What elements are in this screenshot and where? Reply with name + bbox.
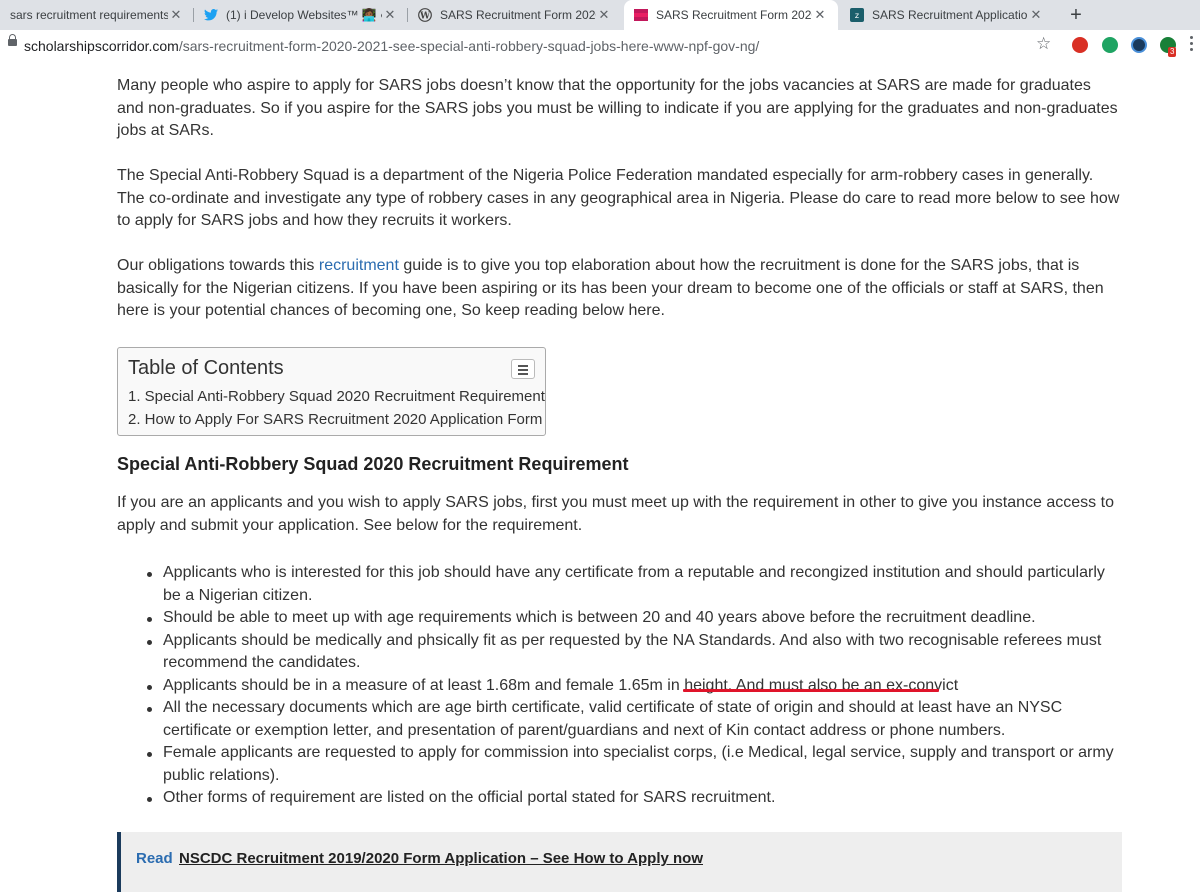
list-item: Other forms of requirement are listed on… (117, 787, 1127, 810)
new-tab-button[interactable]: + (1064, 3, 1088, 27)
tab-3[interactable]: W SARS Recruitment Form 2020/ ✕ (408, 0, 622, 30)
tab-title: (1) i Develop Websites™ 👩🏾‍💻 ● (226, 8, 382, 22)
list-item: Should be able to meet up with age requi… (117, 607, 1127, 630)
svg-text:W: W (419, 12, 431, 22)
svg-text:z: z (855, 11, 859, 20)
tab-1[interactable]: sars recruitment requirements ✕ (0, 0, 194, 30)
read-label: Read (136, 850, 173, 867)
bookmark-star-icon[interactable]: ☆ (1036, 34, 1051, 54)
extension-circle-icon[interactable] (1131, 37, 1147, 53)
recruitment-link[interactable]: recruitment (319, 257, 399, 274)
red-underline-annotation (683, 689, 939, 692)
lock-icon[interactable] (8, 34, 17, 46)
table-of-contents: Table of Contents 1. Special Anti-Robber… (117, 347, 546, 436)
tab-close-icon[interactable]: ✕ (382, 7, 398, 23)
tab-close-icon[interactable]: ✕ (596, 7, 612, 23)
list-item: All the necessary documents which are ag… (117, 697, 1127, 742)
section-heading: Special Anti-Robbery Squad 2020 Recruitm… (117, 454, 629, 474)
tab-strip: sars recruitment requirements ✕ (1) i De… (0, 0, 1200, 30)
twitter-icon (204, 8, 218, 22)
extension-grammarly-icon[interactable] (1102, 37, 1118, 53)
related-post-box: Read NSCDC Recruitment 2019/2020 Form Ap… (117, 832, 1122, 892)
related-post-link[interactable]: NSCDC Recruitment 2019/2020 Form Applica… (179, 850, 703, 867)
list-item: Applicants who is interested for this jo… (117, 562, 1127, 607)
tab-close-icon[interactable]: ✕ (1028, 7, 1044, 23)
tab-title: sars recruitment requirements (10, 8, 168, 22)
toc-item-1[interactable]: 1. Special Anti-Robbery Squad 2020 Recru… (128, 386, 545, 409)
extension-badge: 3 (1168, 47, 1177, 57)
tab-title: SARS Recruitment Form 2020/ (440, 8, 596, 22)
list-item: Applicants should be medically and phsic… (117, 630, 1127, 675)
tab-close-icon[interactable]: ✕ (168, 7, 184, 23)
requirements-list: Applicants who is interested for this jo… (117, 562, 1127, 810)
intro-paragraph: If you are an applicants and you wish to… (117, 494, 1114, 534)
url-host: scholarshipscorridor.com (24, 38, 179, 54)
tab-close-icon[interactable]: ✕ (812, 7, 828, 23)
url-field[interactable]: scholarshipscorridor.com/sars-recruitmen… (24, 38, 759, 54)
tab-4-active[interactable]: SARS Recruitment Form 2020/ ✕ (624, 0, 838, 30)
paragraph-3-start: Our obligations towards this (117, 257, 319, 274)
list-item: Applicants should be in a measure of at … (117, 675, 1127, 698)
wordpress-icon: W (418, 8, 432, 22)
site-favicon-icon (634, 8, 648, 22)
extension-adblock-icon[interactable] (1072, 37, 1088, 53)
tab-2[interactable]: (1) i Develop Websites™ 👩🏾‍💻 ● ✕ (194, 0, 408, 30)
url-path: /sars-recruitment-form-2020-2021-see-spe… (178, 38, 760, 54)
page-viewport: Many people who aspire to apply for SARS… (0, 62, 1200, 892)
tab-title: SARS Recruitment Form 2020/ (656, 8, 812, 22)
site-favicon-icon: z (850, 8, 864, 22)
paragraph-3: Our obligations towards this recruitment… (117, 255, 1122, 323)
tab-5[interactable]: z SARS Recruitment Application ✕ (840, 0, 1054, 30)
toc-item-2[interactable]: 2. How to Apply For SARS Recruitment 202… (128, 409, 542, 432)
browser-menu-icon[interactable] (1190, 36, 1194, 54)
paragraph-1: Many people who aspire to apply for SARS… (117, 77, 1118, 139)
address-bar: scholarshipscorridor.com/sars-recruitmen… (0, 30, 1200, 63)
tab-title: SARS Recruitment Application (872, 8, 1028, 22)
list-item: Female applicants are requested to apply… (117, 742, 1127, 787)
toc-title: Table of Contents (128, 357, 284, 379)
paragraph-2: The Special Anti-Robbery Squad is a depa… (117, 167, 1120, 229)
toc-toggle-icon[interactable] (511, 359, 535, 379)
